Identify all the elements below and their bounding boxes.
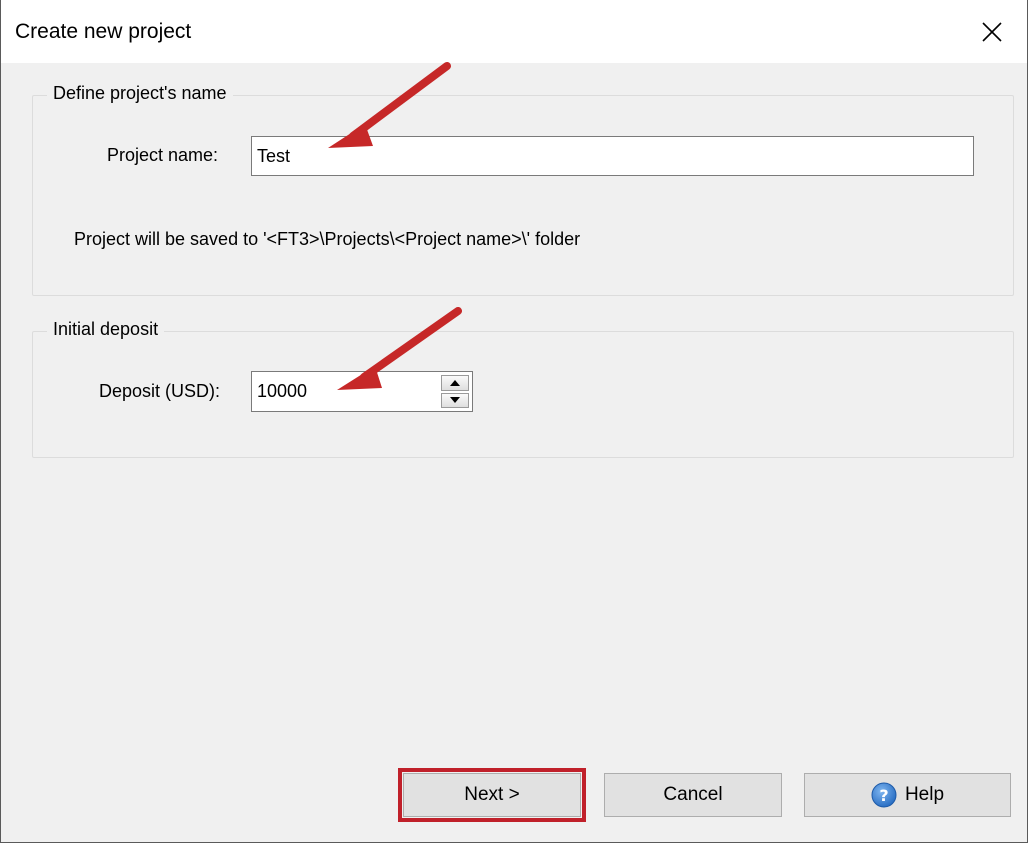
help-button[interactable]: ? Help — [804, 773, 1011, 817]
project-name-group: Define project's name — [32, 83, 1014, 296]
save-location-hint: Project will be saved to '<FT3>\Projects… — [74, 229, 581, 249]
spin-up-icon — [450, 379, 460, 386]
project-name-label: Project name: — [107, 145, 219, 165]
spin-down-button[interactable] — [441, 392, 469, 408]
deposit-spin-buttons — [439, 373, 471, 410]
close-icon — [982, 21, 1002, 42]
window-title: Create new project — [15, 20, 192, 43]
project-name-input[interactable]: Test — [251, 136, 974, 176]
next-button-label: Next > — [464, 784, 520, 805]
project-name-value: Test — [257, 145, 291, 166]
initial-deposit-group-legend: Initial deposit — [47, 319, 165, 340]
help-icon: ? — [871, 782, 897, 808]
close-button[interactable] — [957, 0, 1027, 63]
deposit-value: 10000 — [257, 381, 308, 401]
title-bar: Create new project — [1, 0, 1027, 63]
svg-text:?: ? — [879, 786, 888, 805]
cancel-button-label: Cancel — [663, 784, 723, 805]
help-button-label: Help — [904, 784, 945, 805]
spin-up-button[interactable] — [441, 375, 469, 391]
deposit-label: Deposit (USD): — [99, 381, 221, 401]
create-project-dialog: Create new project Define project's name… — [0, 0, 1028, 843]
spin-down-icon — [450, 397, 460, 404]
deposit-spinbox[interactable]: 10000 — [251, 371, 473, 412]
cancel-button[interactable]: Cancel — [604, 773, 782, 817]
next-button[interactable]: Next > — [398, 768, 586, 822]
project-name-group-legend: Define project's name — [47, 83, 233, 104]
